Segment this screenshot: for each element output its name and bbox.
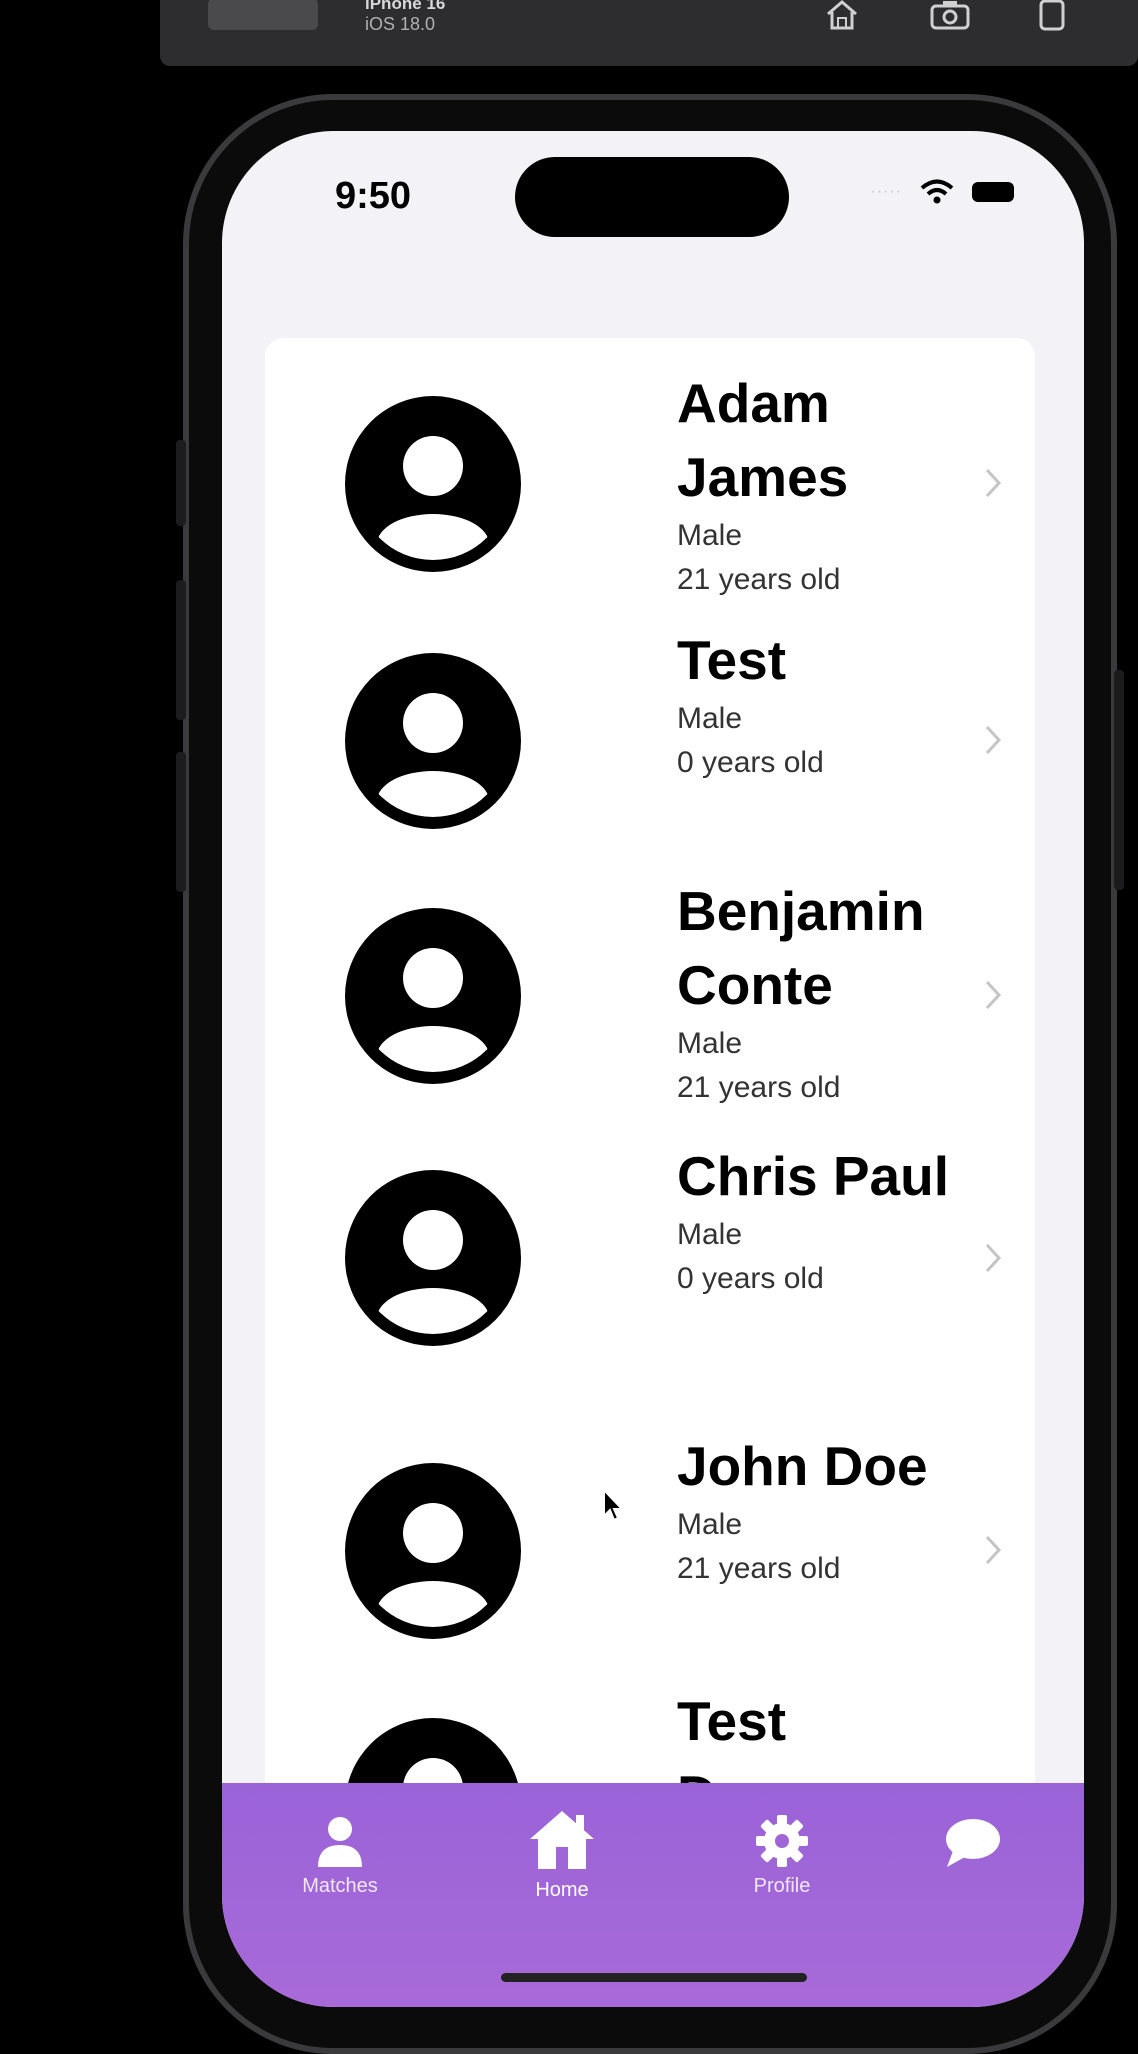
- chat-bubble-icon: [946, 1819, 1000, 1867]
- match-gender: Male: [677, 1027, 743, 1060]
- simulator-toolbar: iPhone 16 iOS 18.0: [160, 0, 1138, 66]
- chevron-right-icon: [983, 978, 1003, 1012]
- home-icon[interactable]: [820, 0, 864, 32]
- match-name: Benjamin Conte: [677, 880, 925, 1016]
- person-icon: [318, 1817, 362, 1867]
- list-item[interactable]: Adam James Male 21 years old: [265, 338, 1035, 596]
- match-info: Benjamin Conte Male 21 years old: [677, 874, 977, 1110]
- dynamic-island: [515, 157, 789, 237]
- list-item[interactable]: Benjamin Conte Male 21 years old: [265, 848, 1035, 1113]
- match-name: Chris Paul: [677, 1145, 950, 1207]
- status-indicators: ·····: [870, 179, 1014, 205]
- wifi-icon: [920, 179, 954, 204]
- avatar-icon: [345, 653, 521, 829]
- match-info: Chris Paul Male 0 years old: [677, 1139, 977, 1301]
- tab-label: Matches: [302, 1875, 378, 1897]
- tab-profile[interactable]: Profile: [724, 1813, 840, 1898]
- device-name: iPhone 16: [365, 0, 446, 13]
- gear-icon: [756, 1815, 808, 1867]
- match-age: 0 years old: [677, 1262, 824, 1295]
- avatar-icon: [345, 1170, 521, 1346]
- match-info: Test Male 0 years old: [677, 623, 977, 785]
- tab-home[interactable]: Home: [504, 1807, 620, 1902]
- match-age: 21 years old: [677, 1552, 841, 1585]
- mouse-cursor-icon: [603, 1488, 625, 1522]
- volume-up-button: [176, 580, 186, 720]
- tab-label: Home: [535, 1879, 589, 1901]
- phone-screen: 9:50 ····· Adam James Male 21 years old: [222, 131, 1084, 2007]
- chevron-right-icon: [983, 723, 1003, 757]
- matches-list: Adam James Male 21 years old Test Male 0…: [265, 338, 1035, 1938]
- list-item[interactable]: Test Male 0 years old: [265, 593, 1035, 848]
- match-info: Adam James Male 21 years old: [677, 366, 977, 602]
- match-age: 21 years old: [677, 1071, 841, 1104]
- match-gender: Male: [677, 1218, 743, 1251]
- match-info: John Doe Male 21 years old: [677, 1429, 977, 1591]
- match-gender: Male: [677, 519, 743, 552]
- rotate-icon[interactable]: [1030, 0, 1074, 32]
- battery-icon: [972, 182, 1014, 202]
- power-button: [1114, 670, 1124, 890]
- os-version: iOS 18.0: [365, 14, 436, 34]
- match-gender: Male: [677, 702, 743, 735]
- chevron-right-icon: [983, 466, 1003, 500]
- tab-label: Profile: [753, 1875, 811, 1897]
- chevron-right-icon: [983, 1241, 1003, 1275]
- match-name: John Doe: [677, 1435, 928, 1497]
- home-icon: [530, 1811, 594, 1869]
- list-item[interactable]: John Doe Male 21 years old: [265, 1403, 1035, 1658]
- match-age: 0 years old: [677, 746, 824, 779]
- signal-icon: ·····: [870, 183, 902, 200]
- volume-down-button: [176, 752, 186, 892]
- tab-matches[interactable]: Matches: [282, 1813, 398, 1898]
- avatar-icon: [345, 1463, 521, 1639]
- match-gender: Male: [677, 1508, 743, 1541]
- match-name: Adam James: [677, 372, 849, 508]
- device-thumbnail: [208, 0, 318, 30]
- avatar-icon: [345, 396, 521, 572]
- status-time: 9:50: [335, 175, 412, 217]
- tab-messages[interactable]: [932, 1817, 1012, 1875]
- avatar-icon: [345, 908, 521, 1084]
- tab-bar: Matches Home Profile: [222, 1783, 1084, 2007]
- home-indicator: [501, 1973, 807, 1982]
- list-item[interactable]: Chris Paul Male 0 years old: [265, 1113, 1035, 1403]
- action-button: [176, 440, 186, 526]
- match-name: Test: [677, 629, 787, 691]
- chevron-right-icon: [983, 1533, 1003, 1567]
- screenshot-icon[interactable]: [928, 0, 972, 32]
